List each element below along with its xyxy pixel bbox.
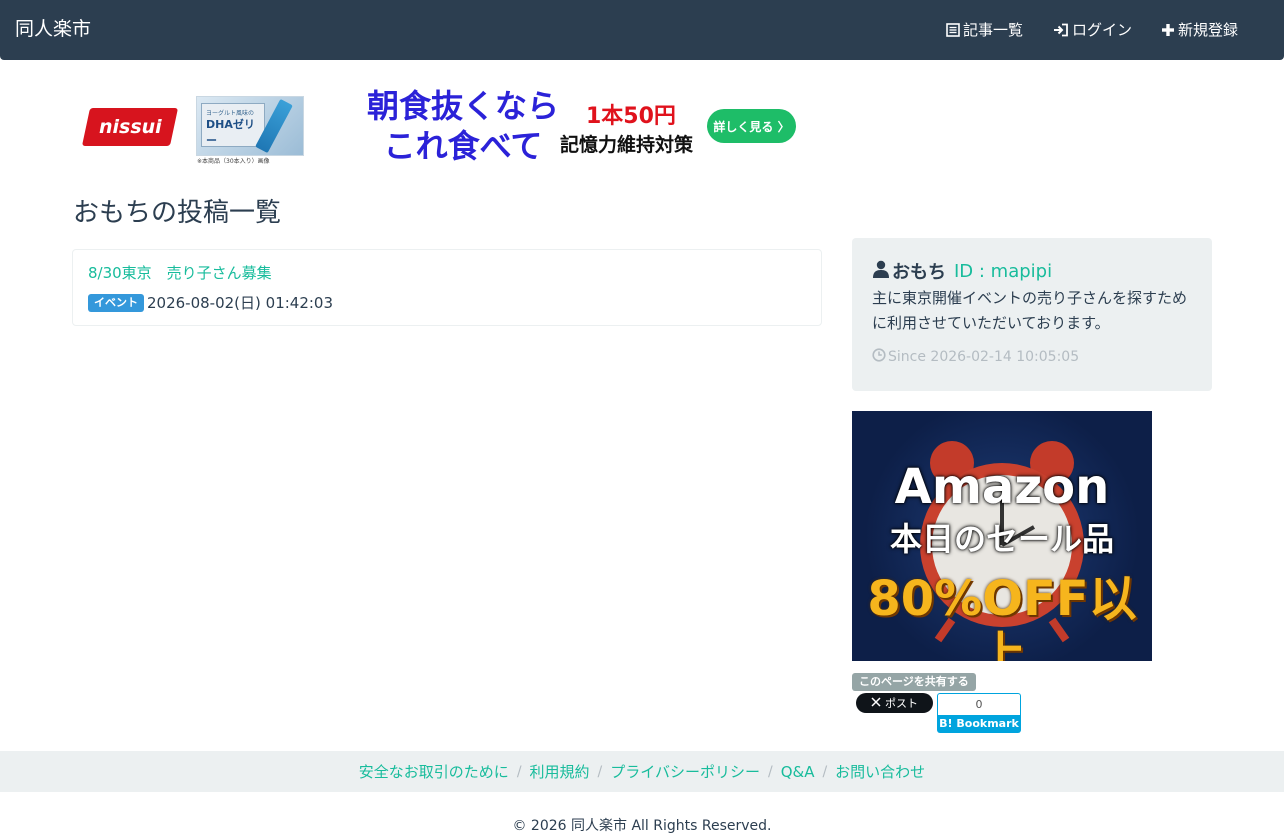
profile-panel: おもち ID : mapipi 主に東京開催イベントの売り子さんを探すために利用… (852, 238, 1212, 391)
profile-bio: 主に東京開催イベントの売り子さんを探すために利用させていただいております。 (872, 289, 1188, 332)
login-icon (1053, 23, 1069, 37)
nav-article-list-label: 記事一覧 (963, 21, 1024, 39)
hatena-bookmark-widget[interactable]: 0 B! Bookmark (937, 693, 1021, 733)
clock-icon (872, 348, 886, 366)
ad-headline: 朝食抜くなら これ食べて (366, 87, 559, 165)
ad-subtitle: 記憶力維持対策 (560, 134, 694, 156)
product-image: ヨーグルト風味の DHAゼリー ※本商品（30本入り）画像 (196, 96, 304, 165)
hatena-count: 0 (937, 693, 1021, 715)
footer-link-contact[interactable]: お問い合わせ (835, 761, 925, 782)
footer-link-qa[interactable]: Q&A (781, 763, 815, 781)
top-navbar: 同人楽市 記事一覧 ログイン 新規登録 (0, 0, 1284, 60)
hatena-bookmark-button[interactable]: B! Bookmark (937, 715, 1021, 733)
x-post-label: ポスト (885, 697, 918, 710)
x-post-button[interactable]: ポスト (856, 693, 933, 713)
post-list-item: 8/30東京 売り子さん募集 イベント 2026-08-02(日) 01:42:… (72, 249, 822, 326)
page-title: おもちの投稿一覧 (73, 198, 282, 228)
nav-register-label: 新規登録 (1178, 21, 1239, 39)
footer-link-privacy[interactable]: プライバシーポリシー (610, 761, 760, 782)
footer-links: 安全なお取引のために / 利用規約 / プライバシーポリシー / Q&A / お… (0, 751, 1284, 792)
nav-login[interactable]: ログイン (1053, 20, 1132, 40)
plus-icon (1161, 23, 1175, 37)
x-logo-icon (871, 696, 881, 710)
nav-article-list[interactable]: 記事一覧 (946, 20, 1023, 40)
footer-separator: / (516, 763, 522, 780)
nav-register[interactable]: 新規登録 (1161, 20, 1238, 40)
amazon-ad-discount: 80%OFF以上 (867, 571, 1137, 661)
profile-name: おもち (892, 262, 946, 283)
post-date: 2026-08-02(日) 01:42:03 (147, 294, 334, 312)
since-text: Since 2026-02-14 10:05:05 (888, 349, 1080, 365)
amazon-sale-ad[interactable]: Amazon 本日のセール品 80%OFF以上 (852, 411, 1152, 661)
hatena-b-icon: B! (939, 717, 953, 730)
footer-separator: / (597, 763, 603, 780)
nav-login-label: ログイン (1072, 21, 1133, 39)
post-meta: イベント 2026-08-02(日) 01:42:03 (88, 293, 333, 313)
footer-separator: / (767, 763, 773, 780)
amazon-ad-title: Amazon (894, 459, 1110, 515)
user-icon (872, 260, 890, 282)
footer-separator: / (822, 763, 828, 780)
profile-id: ID : mapipi (954, 260, 1053, 282)
hatena-bookmark-label: Bookmark (956, 717, 1019, 730)
amazon-ad-subtitle: 本日のセール品 (889, 520, 1114, 558)
category-badge: イベント (88, 294, 144, 312)
post-title-link[interactable]: 8/30東京 売り子さん募集 (88, 263, 272, 283)
site-brand[interactable]: 同人楽市 (15, 17, 91, 41)
profile-since: Since 2026-02-14 10:05:05 (872, 348, 1079, 366)
footer-link-terms[interactable]: 利用規約 (530, 761, 590, 782)
banner-ad[interactable]: nissui ヨーグルト風味の DHAゼリー ※本商品（30本入り）画像 朝食抜… (80, 87, 796, 165)
copyright: © 2026 同人楽市 All Rights Reserved. (512, 818, 772, 834)
footer-link-safety[interactable]: 安全なお取引のために (359, 761, 509, 782)
share-label: このページを共有する (852, 673, 976, 691)
ad-price: 1本50円 (586, 104, 676, 129)
nissui-logo: nissui (80, 96, 180, 158)
ad-cta-button[interactable]: 詳しく見る 〉 (707, 109, 796, 143)
list-icon (946, 23, 960, 37)
profile-header: おもち ID : mapipi (872, 258, 1052, 284)
